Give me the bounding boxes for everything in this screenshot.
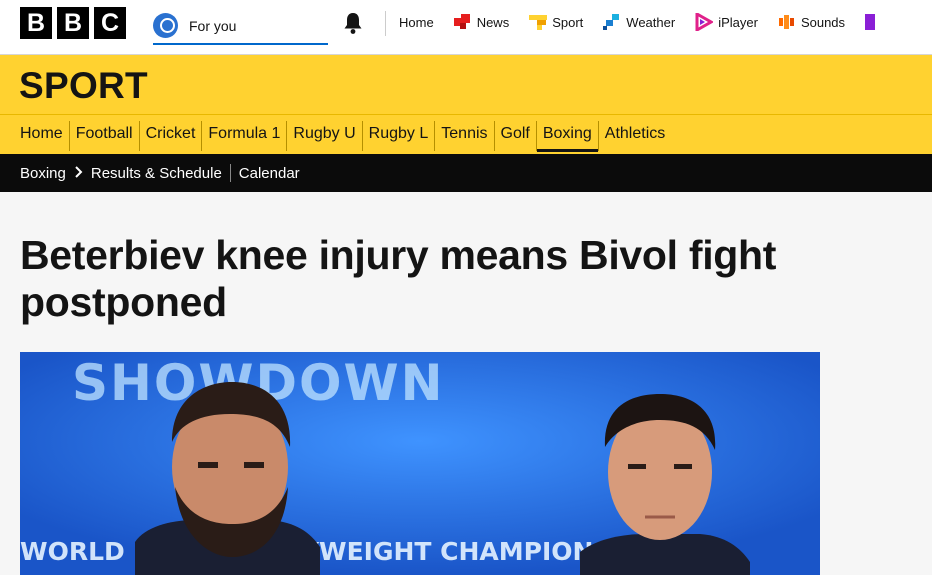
subnav-calendar[interactable]: Calendar — [239, 165, 300, 182]
nav-news[interactable]: News — [453, 13, 510, 31]
news-icon — [453, 14, 470, 29]
sport-tab-home[interactable]: Home — [20, 121, 70, 151]
user-account-icon — [153, 13, 178, 38]
sport-tab-cricket[interactable]: Cricket — [140, 121, 203, 151]
global-header: B B C For you Home News Sport Weather iP… — [0, 0, 932, 55]
sport-tab-formula-1[interactable]: Formula 1 — [202, 121, 288, 151]
bbc-logo-letter: B — [57, 7, 89, 39]
nav-sounds[interactable]: Sounds — [778, 13, 845, 31]
chevron-right-icon — [74, 165, 83, 181]
nav-weather-label: Weather — [626, 14, 676, 30]
sport-tab-rugby-union[interactable]: Rugby U — [287, 121, 363, 151]
hero-photo: SHOWDOWN WORLD LIGHT HEAVYWEIGHT CHAMPIO… — [20, 352, 820, 575]
global-nav: Home News Sport Weather iPlayer Sounds — [399, 0, 876, 44]
subnav-divider — [229, 164, 231, 182]
nav-overflow-icon[interactable] — [865, 14, 876, 30]
sport-nav: Home Football Cricket Formula 1 Rugby U … — [20, 121, 671, 152]
bbc-logo-letter: B — [20, 7, 52, 39]
sport-section-header: SPORT Home Football Cricket Formula 1 Ru… — [0, 55, 932, 154]
subnav-results-schedule[interactable]: Results & Schedule — [91, 165, 222, 182]
sport-tab-football[interactable]: Football — [70, 121, 140, 151]
article-headline: Beterbiev knee injury means Bivol fight … — [20, 232, 777, 325]
bbc-logo[interactable]: B B C — [20, 7, 126, 39]
notifications-bell-icon[interactable] — [342, 11, 364, 35]
subnav-boxing[interactable]: Boxing — [20, 165, 66, 182]
section-header-rule — [0, 114, 932, 115]
hero-backdrop-text-bottom: WORLD LIGHT HEAVYWEIGHT CHAMPIONSHIP — [20, 537, 660, 566]
sport-tab-golf[interactable]: Golf — [495, 121, 537, 151]
header-divider — [385, 11, 386, 36]
sport-tab-rugby-league[interactable]: Rugby L — [363, 121, 436, 151]
boxing-subnav: Boxing Results & Schedule Calendar — [0, 154, 932, 192]
sounds-icon — [778, 15, 794, 29]
nav-news-label: News — [476, 14, 510, 30]
nav-sounds-label: Sounds — [800, 14, 846, 30]
nav-iplayer-label: iPlayer — [718, 14, 758, 30]
nav-iplayer[interactable]: iPlayer — [695, 13, 758, 31]
section-title[interactable]: SPORT — [19, 65, 148, 107]
for-you-label: For you — [189, 17, 237, 34]
sport-tab-athletics[interactable]: Athletics — [599, 121, 671, 151]
sport-icon — [529, 15, 548, 30]
bbc-logo-letter: C — [94, 7, 126, 39]
nav-home[interactable]: Home — [399, 15, 434, 30]
sport-tab-boxing[interactable]: Boxing — [536, 121, 599, 152]
iplayer-icon — [695, 13, 714, 31]
nav-home-label: Home — [399, 14, 434, 30]
nav-sport-label: Sport — [552, 14, 584, 30]
weather-icon — [603, 14, 620, 30]
sport-tab-tennis[interactable]: Tennis — [435, 121, 495, 151]
for-you-button[interactable]: For you — [153, 8, 328, 45]
nav-sport[interactable]: Sport — [529, 13, 583, 31]
article-hero-image: SHOWDOWN WORLD LIGHT HEAVYWEIGHT CHAMPIO… — [20, 352, 820, 575]
nav-weather[interactable]: Weather — [603, 13, 675, 31]
